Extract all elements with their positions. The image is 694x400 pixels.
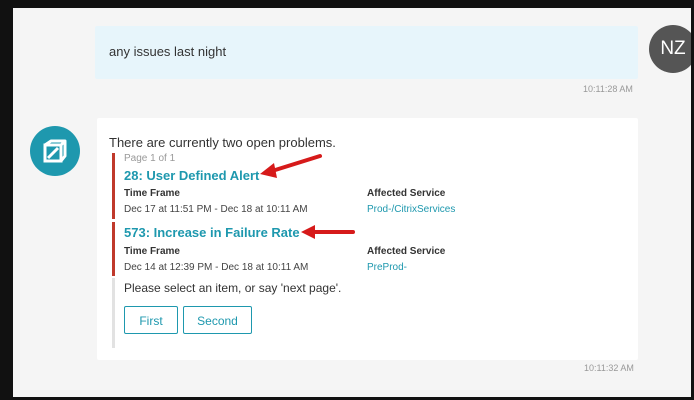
problem-1-affected-label: Affected Service [367, 188, 446, 199]
chat-window: any issues last night NZ 10:11:28 AM The… [0, 0, 694, 400]
problem-1-bar [112, 153, 115, 219]
problem-2-time-frame-label: Time Frame [124, 246, 180, 257]
problem-1-title[interactable]: 28: User Defined Alert [124, 168, 259, 183]
red-arrow-icon [260, 154, 322, 178]
problem-2-affected-service[interactable]: PreProd- [367, 262, 407, 273]
user-message-bubble: any issues last night [95, 26, 638, 79]
prompt-bar [112, 278, 115, 348]
bot-message-card: There are currently two open problems. P… [97, 118, 638, 360]
bot-message-timestamp: 10:11:32 AM [584, 363, 634, 373]
bot-intro-text: There are currently two open problems. [109, 135, 336, 150]
page-info: Page 1 of 1 [124, 153, 176, 164]
avatar[interactable]: NZ [649, 25, 691, 73]
problem-2-bar [112, 222, 115, 276]
red-arrow-icon [301, 225, 355, 239]
problem-2-time-frame: Dec 14 at 12:39 PM - Dec 18 at 10:11 AM [124, 262, 309, 273]
second-button[interactable]: Second [183, 306, 252, 334]
user-message-text: any issues last night [109, 44, 227, 59]
problem-2-affected-label: Affected Service [367, 246, 446, 257]
problem-1-affected-service[interactable]: Prod-/CitrixServices [367, 204, 455, 215]
select-prompt: Please select an item, or say 'next page… [124, 281, 342, 295]
user-message-timestamp: 10:11:28 AM [583, 84, 633, 94]
problem-1-time-frame: Dec 17 at 11:51 PM - Dec 18 at 10:11 AM [124, 204, 308, 215]
problem-2-title[interactable]: 573: Increase in Failure Rate [124, 225, 300, 240]
bot-avatar [30, 126, 80, 176]
first-button[interactable]: First [124, 306, 178, 334]
problem-1-time-frame-label: Time Frame [124, 188, 180, 199]
